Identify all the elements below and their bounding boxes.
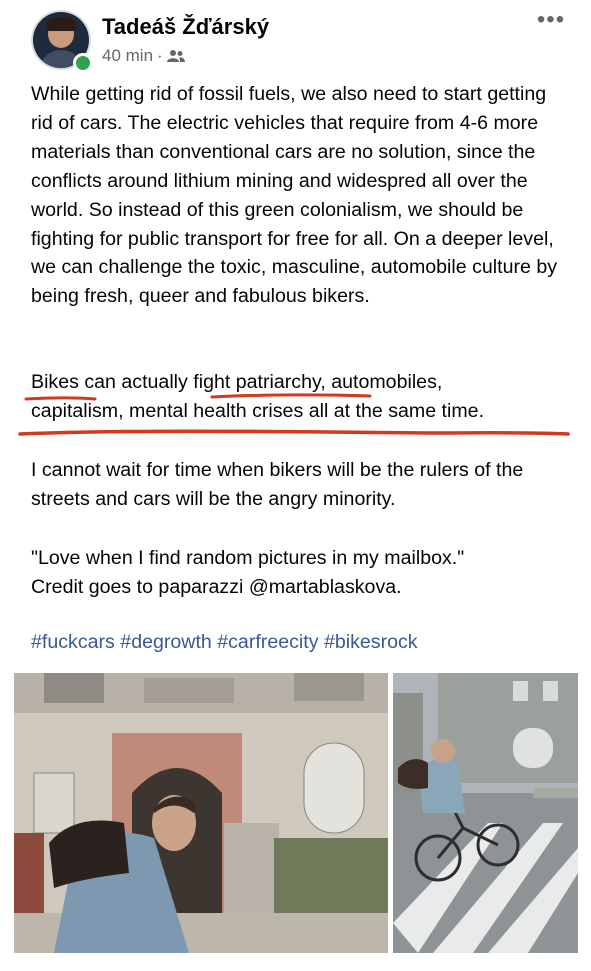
post-paragraph-2: Bikes can actually fight patriarchy, aut… bbox=[31, 368, 571, 426]
paragraph-text: I cannot wait for time when bikers will … bbox=[31, 459, 524, 510]
post-meta: 40 min · bbox=[102, 46, 185, 66]
online-status-dot bbox=[73, 53, 93, 73]
paragraph-line-1: Bikes can actually fight patriarchy, aut… bbox=[31, 371, 443, 393]
paragraph-line-1: "Love when I find random pictures in my … bbox=[31, 547, 465, 569]
post-paragraph-3: I cannot wait for time when bikers will … bbox=[31, 456, 571, 514]
friends-icon[interactable] bbox=[166, 49, 185, 63]
post-paragraph-1: While getting rid of fossil fuels, we al… bbox=[31, 80, 571, 311]
post-time[interactable]: 40 min bbox=[102, 46, 153, 66]
underline-capitalism-line bbox=[18, 429, 570, 436]
hashtags[interactable]: #fuckcars #degrowth #carfreecity #bikesr… bbox=[31, 628, 418, 657]
post-header: Tadeáš Žďárský 40 min · ••• bbox=[0, 0, 591, 80]
paragraph-text: While getting rid of fossil fuels, we al… bbox=[31, 83, 558, 308]
author-name[interactable]: Tadeáš Žďárský bbox=[102, 14, 269, 40]
meta-separator: · bbox=[157, 46, 163, 65]
photo-man-on-bike-building[interactable] bbox=[14, 673, 388, 953]
more-options-icon[interactable]: ••• bbox=[534, 8, 568, 34]
paragraph-line-2: capitalism, mental health crises all at … bbox=[31, 399, 485, 422]
post-paragraph-4: "Love when I find random pictures in my … bbox=[31, 544, 571, 602]
photo-cyclist-crosswalk[interactable] bbox=[393, 673, 578, 953]
paragraph-line-2: Credit goes to paparazzi @martablaskova. bbox=[31, 575, 402, 598]
